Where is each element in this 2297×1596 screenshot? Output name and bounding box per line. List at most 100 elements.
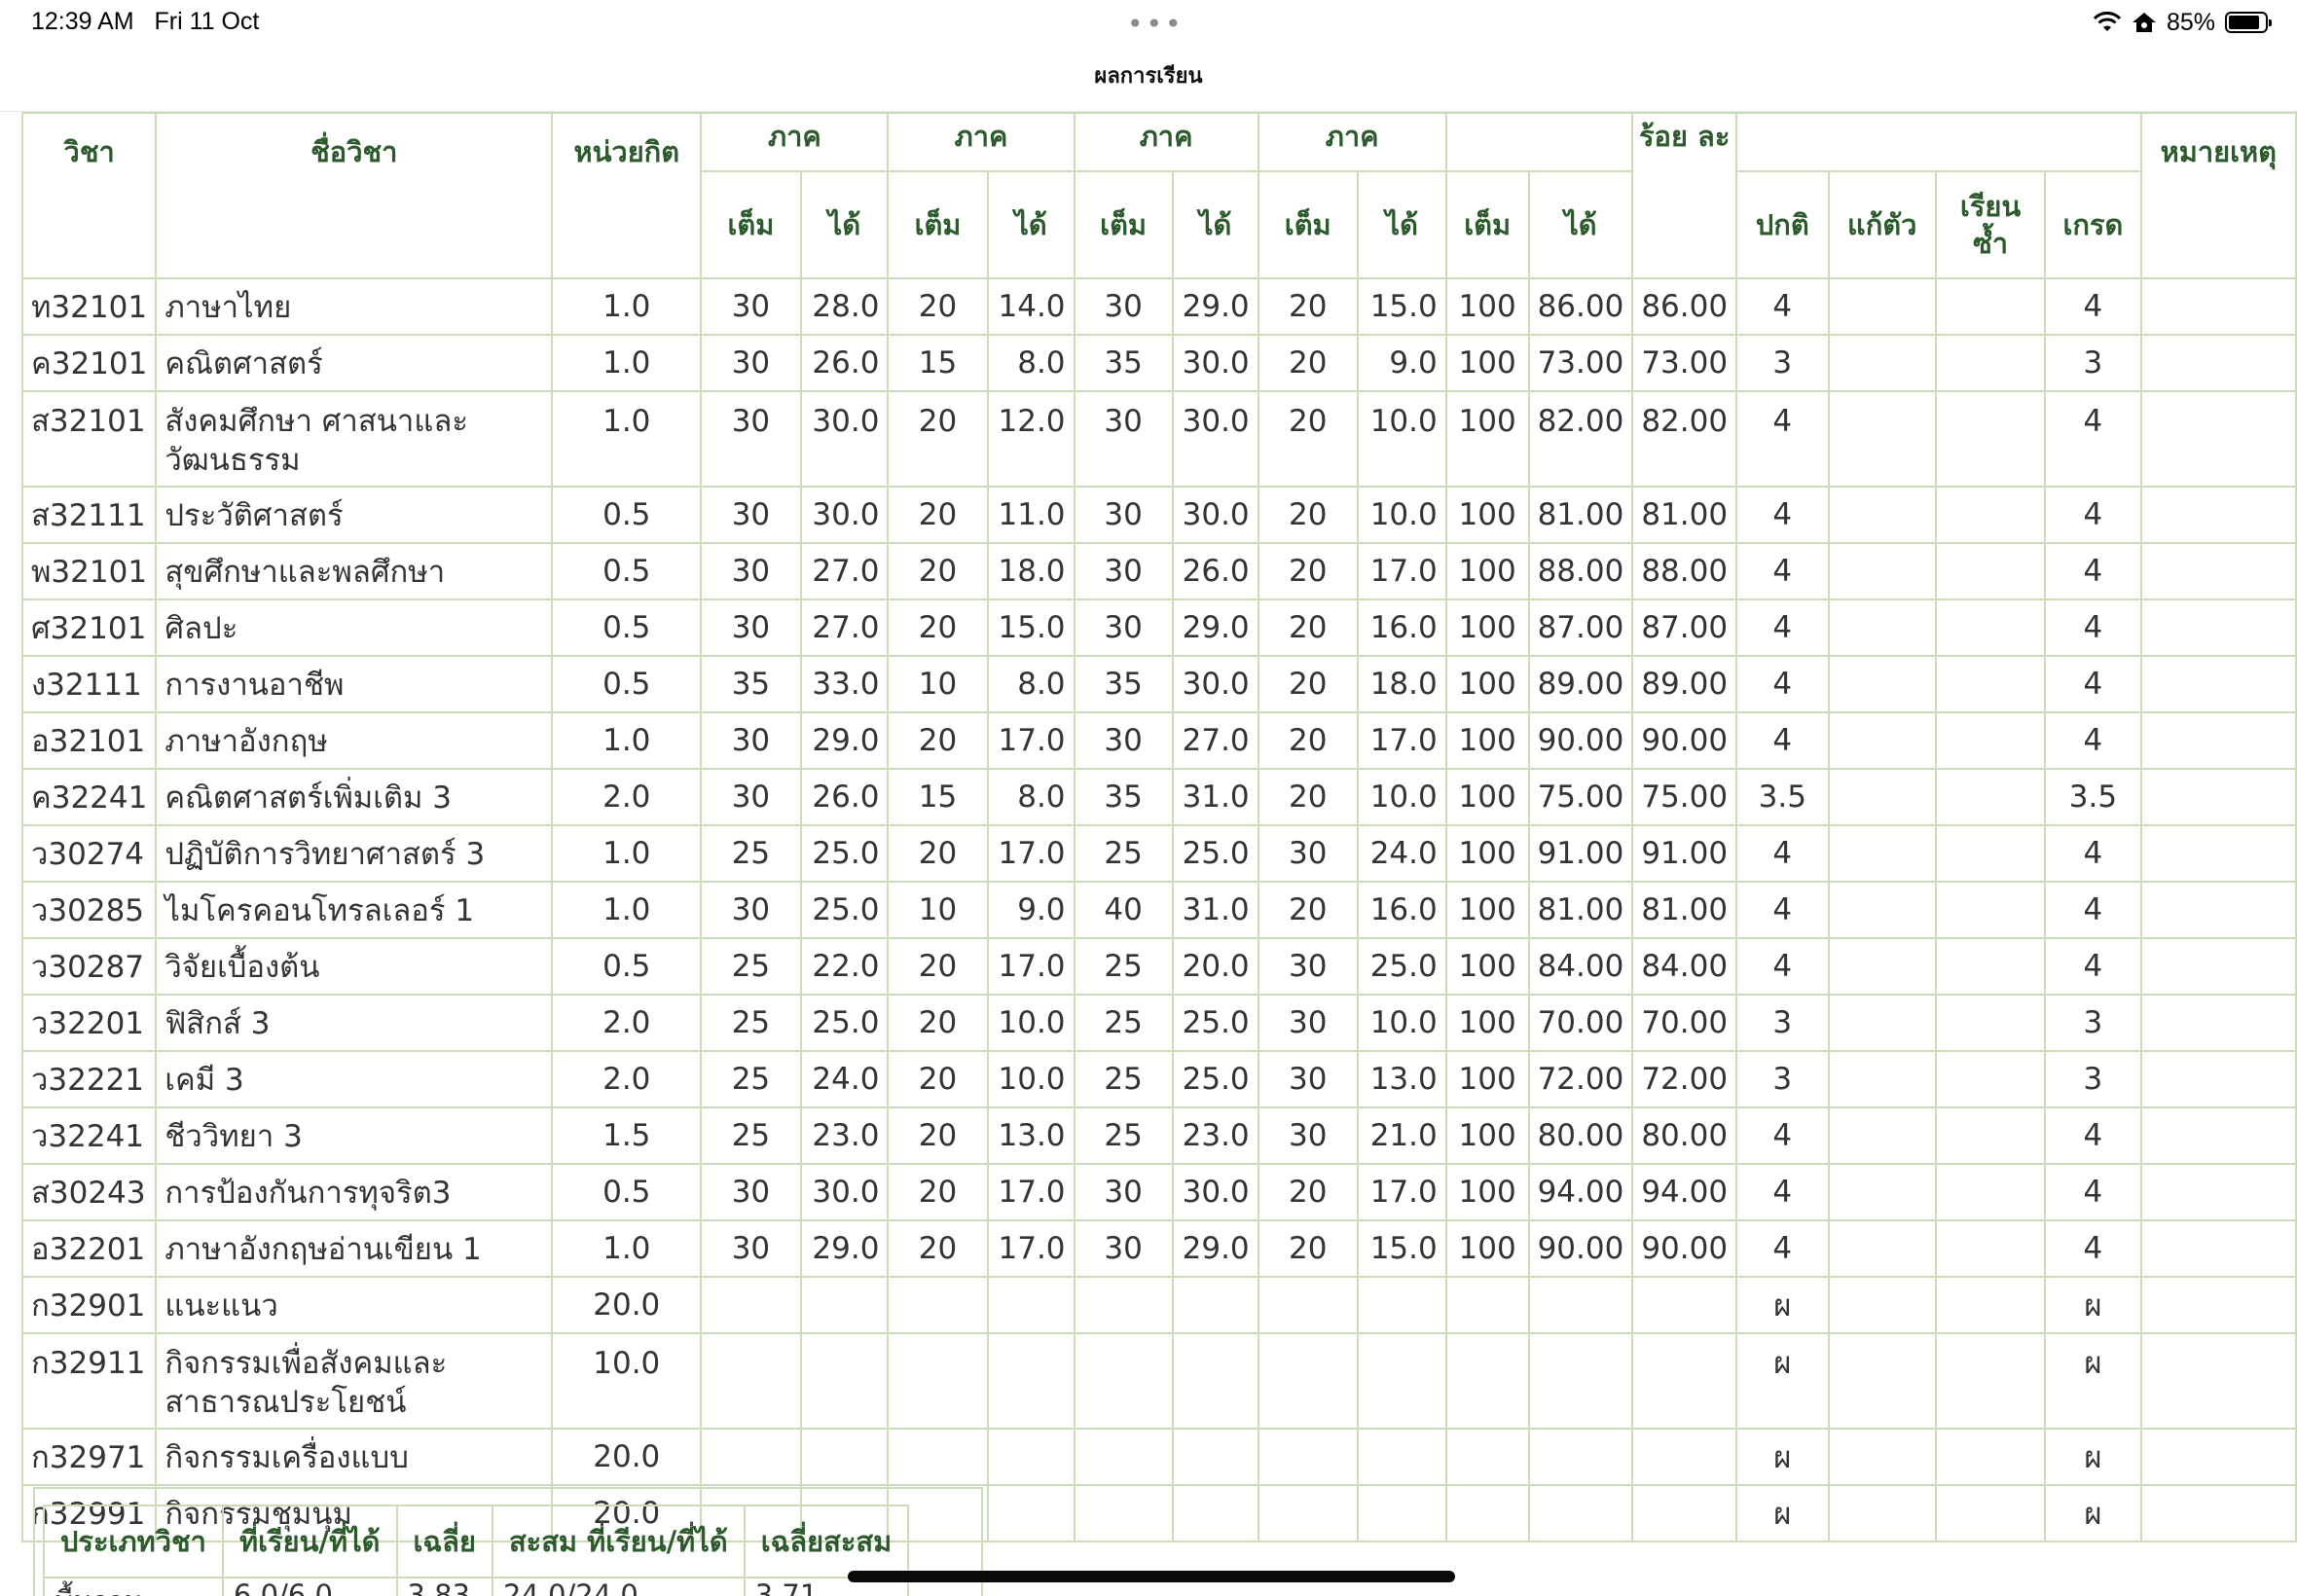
cell-name: แนะแนว <box>155 1276 554 1334</box>
cell-total-full <box>1444 1484 1530 1542</box>
cell-got: 29.0 <box>1171 1219 1259 1278</box>
cell-got: 27.0 <box>1171 711 1259 770</box>
summary-col-header: ประเภทวิชา <box>43 1505 224 1578</box>
cell-got: 29.0 <box>799 1219 890 1278</box>
cell-percent: 84.00 <box>1631 937 1738 996</box>
cell-name: เคมี 3 <box>155 1050 554 1108</box>
cell-total-full: 100 <box>1444 1163 1530 1221</box>
cell-code: ก32971 <box>20 1428 158 1486</box>
cell-got: 25.0 <box>799 994 890 1052</box>
cell-fix <box>1827 1219 1937 1278</box>
home-indicator[interactable] <box>848 1571 1455 1582</box>
battery-icon <box>2225 12 2272 33</box>
cell-fix <box>1827 768 1937 826</box>
cell-grade: 4 <box>2044 824 2142 883</box>
cell-full: 20 <box>1257 486 1359 544</box>
cell-normal: 3 <box>1735 1050 1830 1108</box>
cell-name: สุขศึกษาและพลศึกษา <box>155 542 554 600</box>
cell-full: 30 <box>1257 1050 1359 1108</box>
cell-normal: 4 <box>1735 881 1830 939</box>
cell-normal: 4 <box>1735 655 1830 713</box>
cell-full: 35 <box>1073 334 1174 392</box>
cell-remark <box>2139 1106 2297 1165</box>
cell-full <box>700 1428 802 1486</box>
cell-full: 20 <box>887 1219 989 1278</box>
cell-repeat <box>1934 598 2047 657</box>
cell-full: 20 <box>1257 711 1359 770</box>
cell-normal: 3.5 <box>1735 768 1830 826</box>
cell-name: กิจกรรมเครื่องแบบ <box>155 1428 554 1486</box>
scroll-view[interactable]: วิชา ชื่อวิชา หน่วยกิต ภาค ภาค ภาค ภาค ร… <box>0 112 2297 1596</box>
cell-repeat <box>1934 1050 2047 1108</box>
cell-total-full: 100 <box>1444 277 1530 336</box>
cell-total-full: 100 <box>1444 542 1530 600</box>
cell-grade: 3 <box>2044 1050 2142 1108</box>
cell-got: 30.0 <box>1171 390 1259 488</box>
cell-remark <box>2139 881 2297 939</box>
cell-got: 10.0 <box>1356 390 1447 488</box>
table-row: ก32901 แนะแนว 20.0 ผ ผ <box>20 1276 2297 1334</box>
cell-full <box>1257 1428 1359 1486</box>
summary-col-header: เฉลี่ยสะสม <box>743 1505 910 1578</box>
table-row: ว32241 ชีววิทยา 3 1.5 25 23.0 20 13.0 25 23.0 30 2… <box>20 1106 2297 1165</box>
cell-fix <box>1827 1050 1937 1108</box>
cell-grade: 4 <box>2044 1106 2142 1165</box>
cell-code: ว32201 <box>20 994 158 1052</box>
cell-fix <box>1827 1484 1937 1542</box>
cell-total-got <box>1527 1484 1634 1542</box>
cell-remark <box>2139 1428 2297 1486</box>
cell-got: 23.0 <box>799 1106 890 1165</box>
cell-got: 15.0 <box>1356 1219 1447 1278</box>
cell-remark <box>2139 824 2297 883</box>
cell-got: 30.0 <box>1171 486 1259 544</box>
grades-table: วิชา ชื่อวิชา หน่วยกิต ภาค ภาค ภาค ภาค ร… <box>20 112 2297 1542</box>
cell-full: 25 <box>700 994 802 1052</box>
cell-grade: 4 <box>2044 1219 2142 1278</box>
cell-fix <box>1827 277 1937 336</box>
wifi-icon <box>2093 12 2122 31</box>
cell-full: 30 <box>1073 1163 1174 1221</box>
cell-got <box>1171 1276 1259 1334</box>
cell-percent: 90.00 <box>1631 711 1738 770</box>
cell-full <box>700 1332 802 1430</box>
table-row: ก32971 กิจกรรมเครื่องแบบ 20.0 ผ ผ <box>20 1428 2297 1486</box>
cell-normal: ผ <box>1735 1276 1830 1334</box>
summary-col-header: สะสม ที่เรียน/ที่ได้ <box>491 1505 746 1578</box>
cell-total-full: 100 <box>1444 1106 1530 1165</box>
cell-full: 30 <box>1257 994 1359 1052</box>
multitasking-dots-icon[interactable]: ••• <box>1127 8 1185 40</box>
cell-got: 15.0 <box>1356 277 1447 336</box>
cell-full: 20 <box>887 1106 989 1165</box>
cell-percent: 81.00 <box>1631 486 1738 544</box>
cell-got: 27.0 <box>799 542 890 600</box>
col-header-total <box>1444 112 1634 172</box>
col-header-repeat: เรียน ซ้ำ <box>1934 170 2047 279</box>
table-row: ท32101 ภาษาไทย 1.0 30 28.0 20 14.0 30 29.0 20 15.0… <box>20 277 2297 336</box>
cell-full: 30 <box>700 768 802 826</box>
cell-got: 13.0 <box>1356 1050 1447 1108</box>
cell-got: 17.0 <box>1356 1163 1447 1221</box>
cell-got: 30.0 <box>1171 1163 1259 1221</box>
cell-full: 20 <box>887 994 989 1052</box>
cell-percent: 89.00 <box>1631 655 1738 713</box>
cell-total-full: 100 <box>1444 390 1530 488</box>
col-header-full: เต็ม <box>887 170 989 279</box>
cell-normal: 4 <box>1735 598 1830 657</box>
cell-normal: 4 <box>1735 711 1830 770</box>
cell-name: ศิลปะ <box>155 598 554 657</box>
cell-total-got: 87.00 <box>1527 598 1634 657</box>
cell-normal: 4 <box>1735 277 1830 336</box>
cell-full: 30 <box>700 542 802 600</box>
cell-total-got: 75.00 <box>1527 768 1634 826</box>
col-header-got: ได้ <box>799 170 890 279</box>
cell-got: 33.0 <box>799 655 890 713</box>
cell-total-full: 100 <box>1444 768 1530 826</box>
cell-code: ว30285 <box>20 881 158 939</box>
cell-percent: 88.00 <box>1631 542 1738 600</box>
cell-name: การป้องกันการทุจริต3 <box>155 1163 554 1221</box>
summary-cell: พื้นฐาน <box>43 1577 224 1596</box>
cell-fix <box>1827 994 1937 1052</box>
table-row: ส30243 การป้องกันการทุจริต3 0.5 30 30.0 20 17.… <box>20 1163 2297 1221</box>
cell-remark <box>2139 277 2297 336</box>
cell-full <box>1257 1276 1359 1334</box>
